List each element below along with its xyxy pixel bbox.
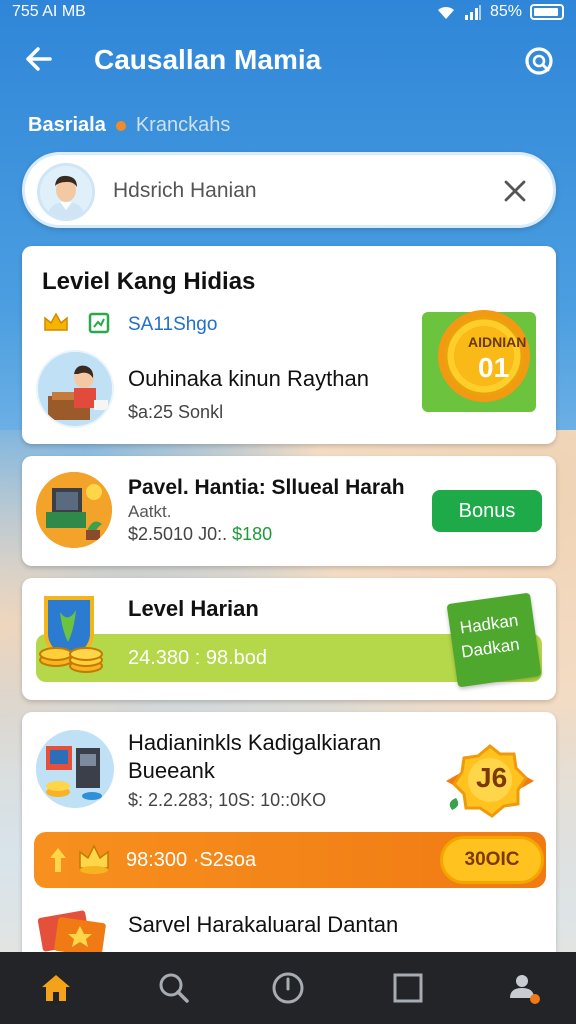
- home-icon[interactable]: [38, 970, 74, 1006]
- card-price-value: $180: [232, 524, 273, 544]
- status-icons: 85%: [436, 3, 564, 21]
- flag-line1: Hadkan: [458, 610, 520, 638]
- card-price: $2.5010 J0:. $180: [128, 524, 272, 545]
- bottom-navigation: [0, 952, 576, 1024]
- status-time: 755 AI MB: [12, 3, 86, 20]
- bonus-card[interactable]: Pavel. Hantia: Sllueal Harah Aatkt. $2.5…: [22, 456, 556, 566]
- teacher-illustration-icon: [36, 350, 114, 428]
- card-price-label: $2.5010 J0:.: [128, 524, 228, 544]
- card-footer-title: Sarvel Harakaluaral Dantan: [128, 912, 399, 937]
- card-title: Pavel. Hantia: Sllueal Harah: [128, 476, 405, 499]
- card-item-sub: $a:25 Sonkl: [128, 402, 224, 422]
- profile-icon[interactable]: [506, 970, 542, 1006]
- card-sub: Aatkt.: [128, 502, 172, 521]
- wifi-icon: [437, 6, 454, 20]
- battery-percent: 85%: [489, 3, 522, 20]
- reward-flag: Hadkan Dadkan: [446, 592, 542, 688]
- flag-line2: Dadkan: [460, 634, 521, 662]
- game-machine-icon: [36, 730, 114, 808]
- progress-text: 24.380 : 98.bod: [128, 646, 268, 669]
- up-arrow-icon: [50, 848, 66, 872]
- signal-icon: [464, 5, 481, 20]
- breadcrumb-primary[interactable]: Basriala: [28, 114, 106, 137]
- shop-illustration-icon: [36, 472, 112, 548]
- status-bar: 755 AI MB 85%: [0, 0, 576, 24]
- reward-badge: J6: [442, 742, 538, 820]
- clock-icon[interactable]: [270, 970, 306, 1006]
- card-title-line1: Hadianinkls Kadigalkiaran: [128, 730, 382, 755]
- search-icon[interactable]: [522, 44, 556, 78]
- chart-square-icon: [88, 312, 110, 334]
- crown-coin-icon: [79, 844, 109, 874]
- badge-number: 01: [478, 352, 510, 383]
- card-sub: $: 2.2.283; 10S: 10::0KO: [128, 790, 327, 810]
- coin-shield-icon: [39, 596, 103, 673]
- reward-bar-text: 98:300 ·S2soa: [126, 848, 257, 871]
- reward-bar: 98:300 ·S2soa 30OIC: [34, 832, 546, 888]
- breadcrumb-secondary[interactable]: Kranckahs: [136, 114, 231, 137]
- card-title-line2: Bueeank: [128, 758, 215, 783]
- page-title: Causallan Mamia: [94, 44, 322, 75]
- level-harian-card[interactable]: Level Harian 24.380 : 98.bod Hadkan Dadk…: [22, 578, 556, 700]
- crown-icon: [44, 312, 68, 331]
- reward-claim-button[interactable]: 30OIC: [440, 836, 544, 884]
- search-nav-icon[interactable]: [156, 970, 192, 1006]
- bonus-button[interactable]: Bonus: [432, 490, 542, 532]
- breadcrumb: Basriala Kranckahs: [28, 114, 230, 137]
- badge-number: J6: [476, 762, 508, 793]
- close-icon[interactable]: [501, 177, 529, 205]
- level-badge: AIDNIAN 01: [422, 310, 536, 412]
- battery-icon: [530, 4, 564, 20]
- app-bar: Causallan Mamia: [0, 36, 576, 86]
- search-bar[interactable]: Hdsrich Hanian: [22, 152, 556, 228]
- level-card[interactable]: Leviel Kang Hidias SA11Shgo Ouhinaka kin…: [22, 246, 556, 444]
- square-icon[interactable]: [390, 970, 426, 1006]
- card-title: Level Harian: [128, 596, 259, 621]
- search-input[interactable]: Hdsrich Hanian: [113, 179, 257, 203]
- reward-card[interactable]: Hadianinkls Kadigalkiaran Bueeank $: 2.2…: [22, 712, 556, 956]
- badge-label: AIDNIAN: [468, 334, 527, 350]
- back-arrow-icon[interactable]: [22, 42, 56, 76]
- breadcrumb-separator: [115, 120, 126, 131]
- ticket-icon: [38, 910, 106, 956]
- person-avatar-icon: [40, 166, 92, 218]
- card-tag: SA11Shgo: [128, 314, 218, 335]
- card-item-title: Ouhinaka kinun Raythan: [128, 366, 369, 391]
- card-title: Leviel Kang Hidias: [42, 268, 256, 295]
- avatar: [37, 163, 95, 221]
